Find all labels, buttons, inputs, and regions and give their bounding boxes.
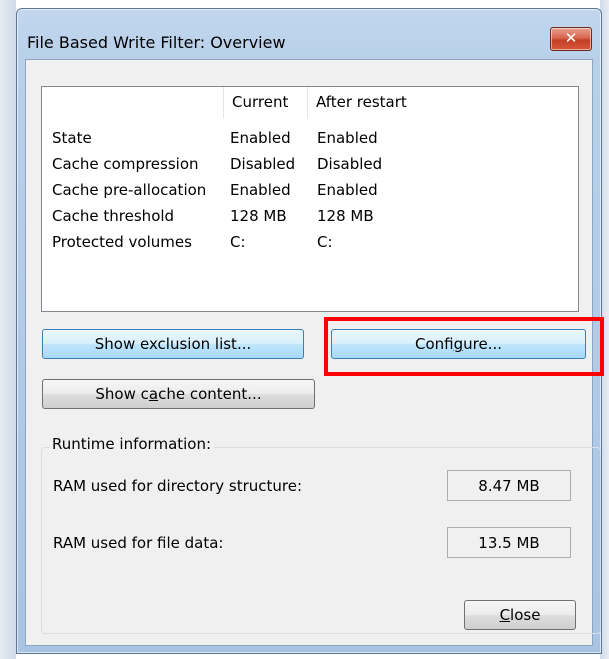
row-after: 128 MB [317, 207, 374, 225]
desktop-background-top [0, 0, 609, 8]
row-current: 128 MB [230, 207, 287, 225]
table-row: Cache threshold 128 MB 128 MB [42, 203, 578, 229]
dialog-client-area: Current After restart State Enabled Enab… [25, 59, 604, 646]
ram-file-data-label: RAM used for file data: [53, 534, 224, 552]
row-after: Disabled [317, 155, 383, 173]
column-header-after-restart: After restart [316, 93, 407, 111]
row-label: Protected volumes [52, 233, 192, 251]
button-label: Show exclusion list... [94, 335, 252, 353]
close-button[interactable]: Close [464, 600, 576, 630]
button-label-part: che content... [158, 385, 262, 403]
access-key: a [148, 385, 159, 403]
dialog-window: File Based Write Filter: Overview ✕ Curr… [16, 8, 604, 654]
ram-directory-value: 8.47 MB [447, 470, 571, 501]
header-separator [307, 87, 308, 118]
row-label: Cache compression [52, 155, 199, 173]
row-label: Cache pre-allocation [52, 181, 207, 199]
column-header-current: Current [232, 93, 289, 111]
row-after: Enabled [317, 181, 378, 199]
row-current: Disabled [230, 155, 296, 173]
show-exclusion-list-button[interactable]: Show exclusion list... [42, 329, 304, 359]
status-table: Current After restart State Enabled Enab… [41, 86, 579, 312]
ram-file-data-value: 13.5 MB [447, 527, 571, 558]
table-row: Cache compression Disabled Disabled [42, 151, 578, 177]
show-cache-content-button[interactable]: Show cache content... [42, 379, 315, 409]
row-after: Enabled [317, 129, 378, 147]
table-row: Cache pre-allocation Enabled Enabled [42, 177, 578, 203]
header-separator [223, 87, 224, 118]
table-row: Protected volumes C: C: [42, 229, 578, 255]
desktop-background-left [0, 0, 16, 659]
close-icon: ✕ [564, 29, 578, 47]
close-window-button[interactable]: ✕ [550, 27, 592, 51]
runtime-information-label: Runtime information: [49, 435, 215, 453]
row-current: C: [230, 233, 246, 251]
row-after: C: [317, 233, 333, 251]
row-label: Cache threshold [52, 207, 175, 225]
red-highlight-box [324, 317, 604, 376]
ram-directory-label: RAM used for directory structure: [53, 477, 303, 495]
row-current: Enabled [230, 181, 291, 199]
button-label-part: lose [510, 606, 541, 624]
row-label: State [52, 129, 92, 147]
button-label-part: Show c [95, 385, 149, 403]
row-current: Enabled [230, 129, 291, 147]
access-key: C [499, 606, 511, 624]
table-row: State Enabled Enabled [42, 125, 578, 151]
window-title: File Based Write Filter: Overview [27, 33, 286, 52]
